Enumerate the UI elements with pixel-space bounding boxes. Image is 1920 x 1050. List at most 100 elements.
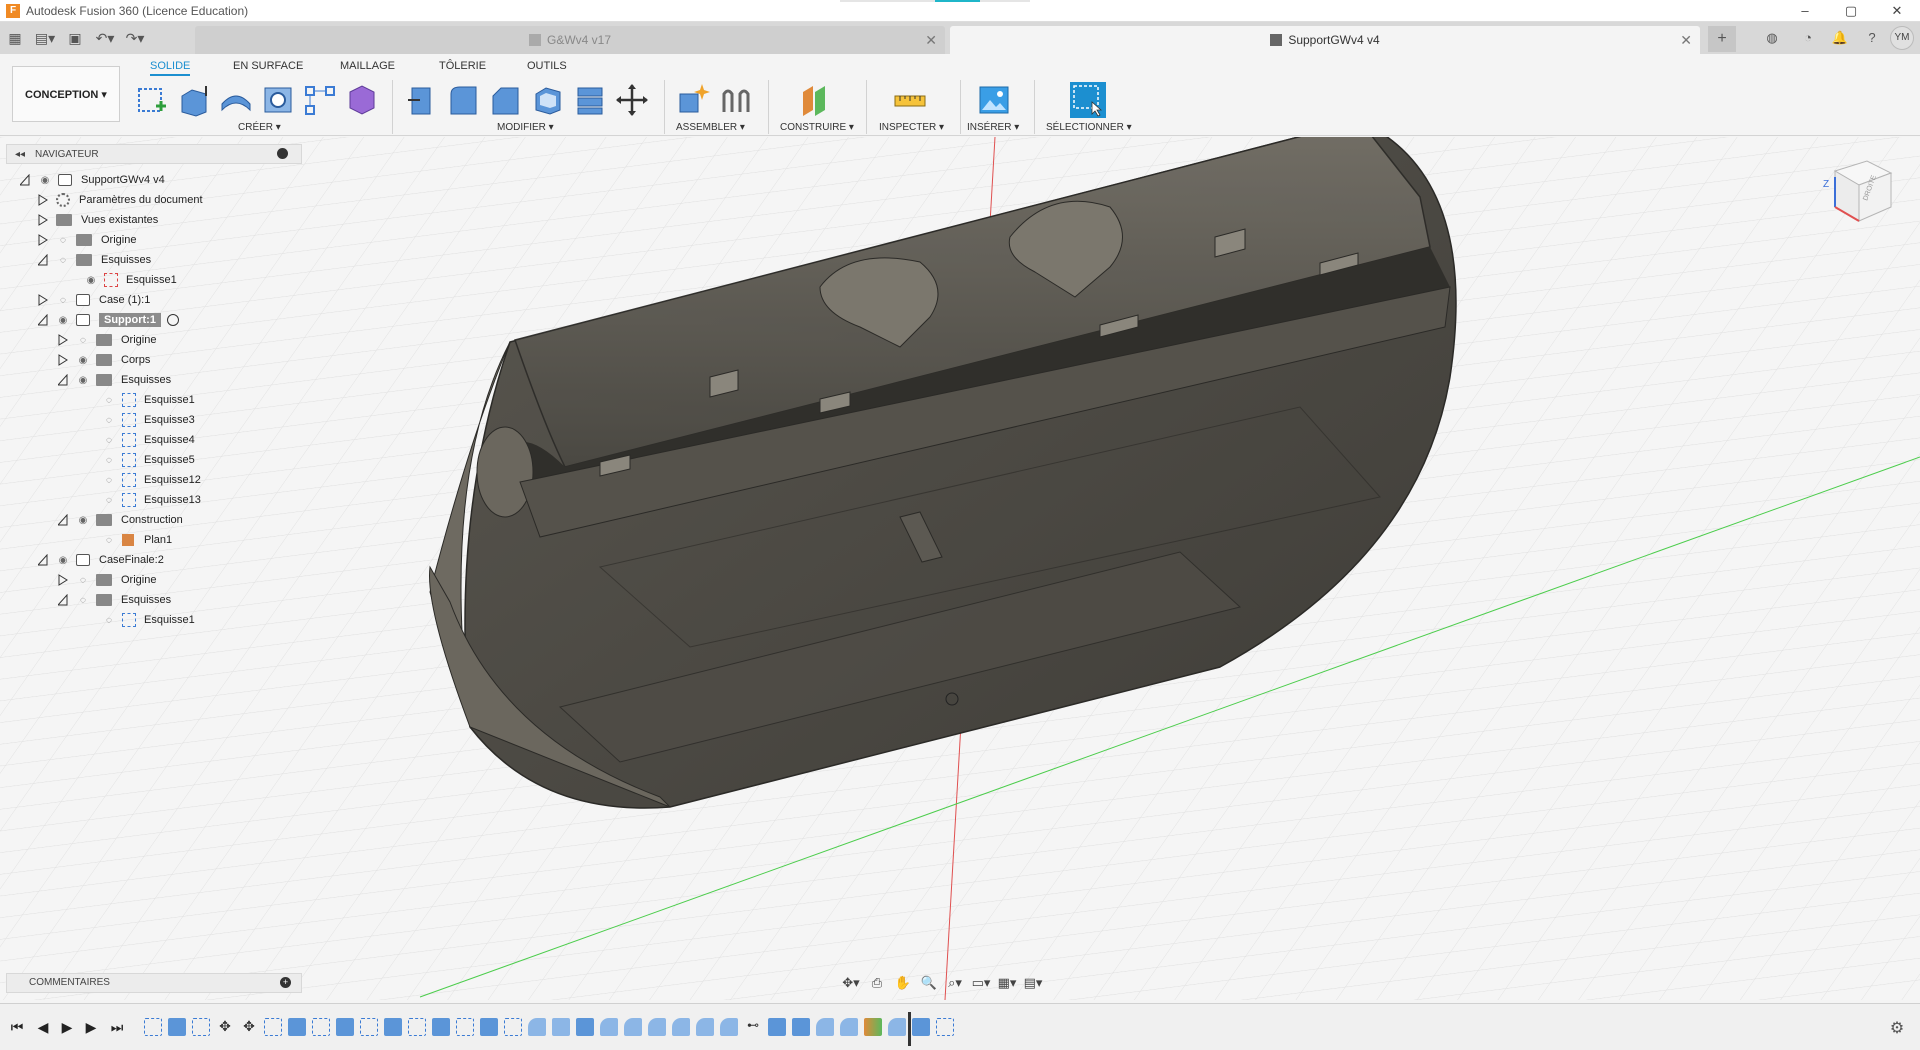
minimize-button[interactable]: – — [1782, 0, 1828, 22]
tree-item-sketch[interactable]: ◌ Esquisse4 — [102, 430, 195, 450]
add-comment-icon[interactable]: + — [280, 977, 291, 988]
close-tab-icon[interactable]: ✕ — [1680, 32, 1692, 49]
timeline-sketch-icon[interactable] — [456, 1018, 474, 1036]
timeline-extrude-icon[interactable] — [576, 1018, 594, 1036]
tree-item-origin[interactable]: ◌ Origine — [38, 230, 136, 250]
insert-image-icon[interactable] — [976, 82, 1012, 118]
timeline-playhead[interactable] — [908, 1012, 911, 1046]
hidden-eye-icon[interactable]: ◌ — [56, 255, 70, 266]
timeline-fillet-icon[interactable] — [840, 1018, 858, 1036]
create-group-label[interactable]: CRÉER ▾ — [238, 122, 281, 133]
expanded-triangle-icon[interactable] — [58, 594, 68, 606]
insert-group-label[interactable]: INSÉRER ▾ — [967, 122, 1019, 133]
visibility-eye-icon[interactable]: ◉ — [38, 175, 52, 186]
timeline-sketch-icon[interactable] — [192, 1018, 210, 1036]
timeline-sketch-icon[interactable] — [936, 1018, 954, 1036]
navigator-options-icon[interactable] — [277, 148, 288, 159]
timeline-extrude-icon[interactable] — [168, 1018, 186, 1036]
display-settings-icon[interactable]: ▭▾ — [970, 974, 992, 992]
press-pull-icon[interactable] — [404, 82, 440, 118]
expanded-triangle-icon[interactable] — [58, 374, 68, 386]
timeline-fillet-icon[interactable] — [528, 1018, 546, 1036]
tree-item-origin[interactable]: ◌ Origine — [58, 330, 156, 350]
visibility-eye-icon[interactable]: ◉ — [76, 375, 90, 386]
visibility-eye-icon[interactable]: ◉ — [84, 275, 98, 286]
collapsed-triangle-icon[interactable] — [38, 234, 48, 246]
tree-item-document-settings[interactable]: Paramètres du document — [38, 190, 203, 210]
tree-item-sketches[interactable]: ◌ Esquisses — [58, 590, 171, 610]
timeline-combine-icon[interactable] — [768, 1018, 786, 1036]
tree-item-sketch[interactable]: ◌ Esquisse12 — [102, 470, 201, 490]
hidden-eye-icon[interactable]: ◌ — [102, 615, 116, 626]
hidden-eye-icon[interactable]: ◌ — [76, 335, 90, 346]
timeline-fillet-icon[interactable] — [600, 1018, 618, 1036]
document-tab-gwv4[interactable]: G&Wv4 v17 ✕ — [195, 26, 945, 54]
collapsed-triangle-icon[interactable] — [58, 354, 68, 366]
hidden-eye-icon[interactable]: ◌ — [76, 575, 90, 586]
expanded-triangle-icon[interactable] — [38, 554, 48, 566]
timeline-sketch-icon[interactable] — [408, 1018, 426, 1036]
document-tab-supportgwv4[interactable]: SupportGWv4 v4 ✕ — [950, 26, 1700, 54]
tree-item-bodies[interactable]: ◉ Corps — [58, 350, 150, 370]
move-copy-icon[interactable] — [614, 82, 650, 118]
joint-icon[interactable] — [718, 82, 754, 118]
select-tool-icon[interactable] — [1070, 82, 1106, 118]
tree-item-origin[interactable]: ◌ Origine — [58, 570, 156, 590]
navigator-header[interactable]: ◂◂ NAVIGATEUR — [6, 144, 302, 164]
pattern-icon[interactable] — [302, 82, 338, 118]
data-panel-grid-icon[interactable]: ▦ — [0, 22, 30, 54]
workspace-switcher-button[interactable]: CONCEPTION ▾ — [12, 66, 120, 122]
hidden-eye-icon[interactable]: ◌ — [102, 475, 116, 486]
inspect-group-label[interactable]: INSPECTER ▾ — [879, 122, 944, 133]
timeline-chamfer-icon[interactable] — [552, 1018, 570, 1036]
timeline-sketch-icon[interactable] — [360, 1018, 378, 1036]
new-component-icon[interactable] — [676, 82, 712, 118]
timeline-fillet-icon[interactable] — [672, 1018, 690, 1036]
timeline-fillet-icon[interactable] — [816, 1018, 834, 1036]
hidden-eye-icon[interactable]: ◌ — [76, 595, 90, 606]
expanded-triangle-icon[interactable] — [38, 254, 48, 266]
orbit-icon[interactable]: ✥▾ — [840, 974, 862, 992]
offset-plane-icon[interactable] — [797, 82, 833, 118]
close-window-button[interactable]: ✕ — [1874, 0, 1920, 22]
pan-hand-icon[interactable]: ✋ — [892, 974, 914, 992]
save-icon[interactable]: ▣ — [60, 22, 90, 54]
go-to-start-icon[interactable]: ⏮ — [8, 1018, 26, 1036]
timeline-sketch-icon[interactable] — [264, 1018, 282, 1036]
fillet-icon[interactable] — [446, 82, 482, 118]
tree-item-sketches[interactable]: ◉ Esquisses — [58, 370, 171, 390]
timeline-extrude-icon[interactable] — [288, 1018, 306, 1036]
timeline-sketch-icon[interactable] — [144, 1018, 162, 1036]
tree-item-construction[interactable]: ◉ Construction — [58, 510, 183, 530]
redo-icon[interactable]: ↷▾ — [120, 22, 150, 54]
tree-item-component-support[interactable]: ◉ Support:1 — [38, 310, 179, 330]
visibility-eye-icon[interactable]: ◉ — [76, 355, 90, 366]
notifications-bell-icon[interactable]: 🔔 — [1826, 26, 1854, 50]
tab-solid[interactable]: SOLIDE — [150, 60, 191, 76]
hole-icon[interactable] — [260, 82, 296, 118]
user-avatar[interactable]: YM — [1890, 26, 1914, 50]
tree-item-sketch[interactable]: ◌ Esquisse13 — [102, 490, 201, 510]
assemble-group-label[interactable]: ASSEMBLER ▾ — [676, 122, 745, 133]
expanded-triangle-icon[interactable] — [20, 174, 30, 186]
step-back-icon[interactable]: ◀ — [34, 1018, 52, 1036]
collapsed-triangle-icon[interactable] — [58, 334, 68, 346]
hidden-eye-icon[interactable]: ◌ — [102, 415, 116, 426]
timeline-sketch-icon[interactable] — [504, 1018, 522, 1036]
extrude-icon[interactable] — [176, 82, 212, 118]
hidden-eye-icon[interactable]: ◌ — [102, 495, 116, 506]
timeline-settings-gear-icon[interactable]: ⚙ — [1888, 1018, 1906, 1037]
step-forward-icon[interactable]: ▶ — [82, 1018, 100, 1036]
file-menu-icon[interactable]: ▤▾ — [30, 22, 60, 54]
zoom-icon[interactable]: 🔍 — [918, 974, 940, 992]
create-sketch-icon[interactable] — [134, 82, 170, 118]
extensions-icon[interactable]: ◍ — [1754, 26, 1790, 50]
modify-group-label[interactable]: MODIFIER ▾ — [497, 122, 554, 133]
timeline-joint-icon[interactable]: ⊷ — [744, 1018, 762, 1036]
tree-item-sketch[interactable]: ◌ Esquisse1 — [102, 610, 195, 630]
grid-settings-icon[interactable]: ▦▾ — [996, 974, 1018, 992]
shell-icon[interactable] — [530, 82, 566, 118]
timeline-fillet-icon[interactable] — [624, 1018, 642, 1036]
comments-panel-header[interactable]: COMMENTAIRES + — [6, 973, 302, 993]
revolve-icon[interactable] — [218, 82, 254, 118]
